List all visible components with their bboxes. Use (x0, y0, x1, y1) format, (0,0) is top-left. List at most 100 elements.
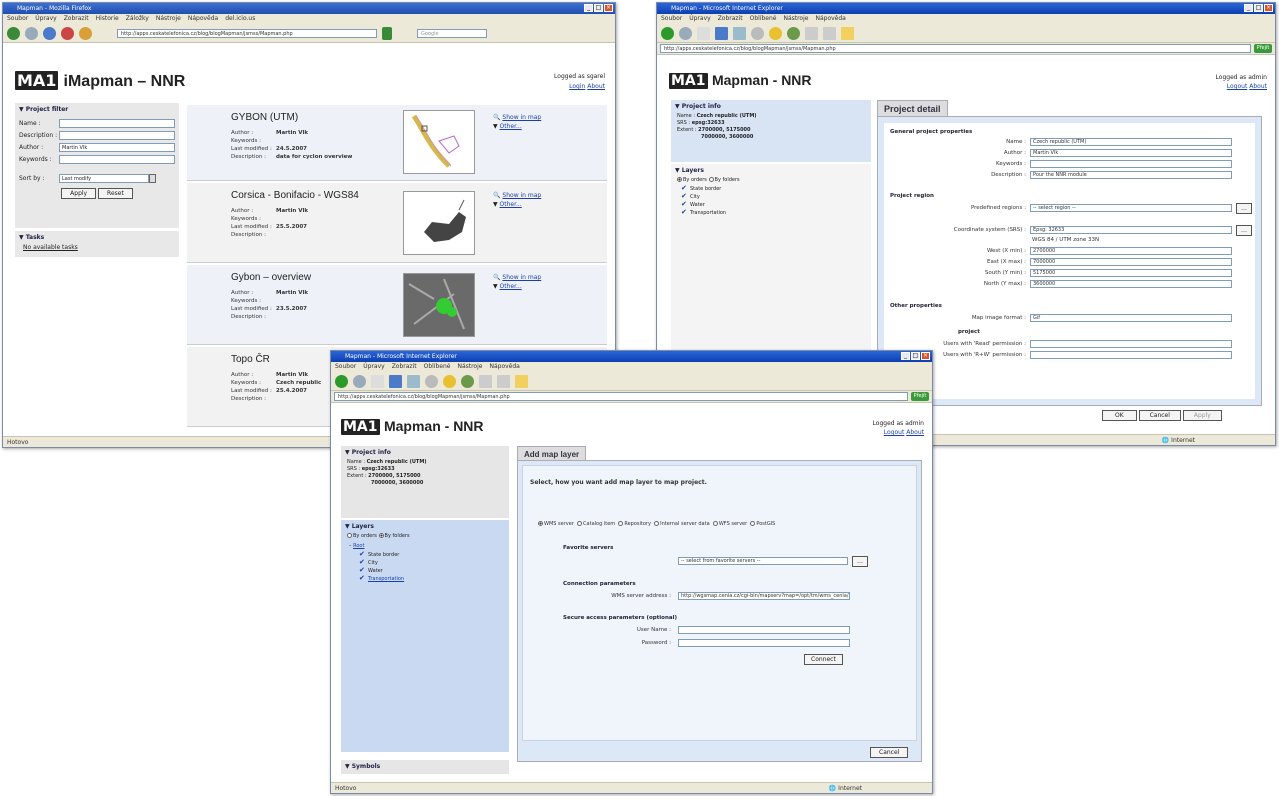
show-in-map-link[interactable]: Show in map (502, 192, 541, 199)
password-input[interactable] (678, 639, 850, 647)
menu-item[interactable]: Oblíbené (750, 14, 777, 24)
filter-author-input[interactable]: Martin Vlk (59, 143, 175, 152)
close-icon[interactable]: × (604, 4, 613, 12)
checkbox-icon[interactable]: ✔ (681, 201, 688, 208)
more-button[interactable]: … (852, 556, 868, 567)
layers-header[interactable]: ▼ Layers (341, 520, 509, 533)
checkbox-icon[interactable]: ✔ (359, 559, 366, 566)
ok-button[interactable]: OK (1102, 410, 1137, 421)
stop-icon[interactable] (371, 374, 384, 388)
cancel-button[interactable]: Cancel (870, 747, 909, 758)
east-input[interactable]: 7000000 (1030, 258, 1232, 266)
refresh-icon[interactable] (389, 374, 402, 388)
back-icon[interactable] (661, 26, 674, 40)
show-in-map-link[interactable]: Show in map (502, 274, 541, 281)
apply-button[interactable]: Apply (61, 188, 97, 199)
tab-project-detail[interactable]: Project detail (877, 100, 948, 117)
project-description-input[interactable]: Pour the NNR module (1030, 171, 1232, 179)
menu-item[interactable]: Zobrazit (718, 14, 743, 24)
menu-item[interactable]: Oblíbené (424, 362, 451, 372)
minimize-icon[interactable]: _ (584, 4, 593, 12)
by-orders-radio[interactable] (347, 533, 352, 538)
home-icon[interactable] (407, 374, 420, 388)
filter-description-input[interactable] (59, 131, 175, 140)
wms-server-radio[interactable] (538, 521, 543, 526)
read-permission-input[interactable] (1030, 340, 1232, 348)
chevron-down-icon[interactable] (149, 174, 156, 183)
go-button[interactable]: Přejít (911, 392, 929, 401)
minimize-icon[interactable]: _ (1244, 4, 1253, 12)
postgis-radio[interactable] (750, 521, 756, 526)
wms-address-input[interactable]: http://wgsmap.cenia.cz/cgi-bin/mapserv?m… (678, 592, 850, 600)
project-item[interactable]: Corsica - Bonifacio - WGS84 Author : Mart… (187, 183, 607, 263)
menu-item[interactable]: Záložky (126, 14, 149, 24)
reload-icon[interactable] (43, 26, 56, 40)
menu-item[interactable]: Nápověda (489, 362, 519, 372)
history-icon[interactable] (461, 374, 474, 388)
about-link[interactable]: About (587, 83, 605, 90)
catalog-item-radio[interactable] (577, 521, 583, 526)
north-input[interactable]: 3600000 (1030, 280, 1232, 288)
project-item[interactable]: GYBON (UTM) Author : Martin Vlk Keywords … (187, 105, 607, 181)
about-link[interactable]: About (906, 429, 924, 436)
symbols-header[interactable]: ▼ Symbols (341, 760, 509, 773)
about-link[interactable]: About (1249, 83, 1267, 90)
menu-item[interactable]: Soubor (335, 362, 356, 372)
mail-icon[interactable] (805, 26, 818, 40)
menu-item[interactable]: Zobrazit (64, 14, 89, 24)
root-folder[interactable]: Root (353, 543, 364, 549)
address-bar[interactable]: http://apps.ceskatelefonica.cz/blog/blog… (117, 28, 377, 38)
other-link[interactable]: Other... (500, 201, 522, 208)
favorites-icon[interactable] (443, 374, 456, 388)
menu-item[interactable]: Nápověda (815, 14, 845, 24)
map-thumbnail[interactable] (403, 110, 475, 174)
search-input[interactable]: Google (417, 28, 487, 38)
forward-icon[interactable] (25, 26, 38, 40)
window-titlebar[interactable]: Mapman - Microsoft Internet Explorer _ □… (657, 3, 1275, 14)
map-thumbnail[interactable] (403, 273, 475, 337)
cancel-button[interactable]: Cancel (1138, 410, 1181, 421)
window-titlebar[interactable]: Mapman - Microsoft Internet Explorer _ □… (331, 351, 932, 362)
window-titlebar[interactable]: Mapman - Mozilla Firefox _ □ × (3, 3, 615, 14)
south-input[interactable]: 5175000 (1030, 269, 1232, 277)
project-item[interactable]: Gybon – overview Author : Martin Vlk Keyw… (187, 265, 607, 345)
favorites-icon[interactable] (769, 26, 782, 40)
menu-item[interactable]: Úpravy (363, 362, 384, 372)
checkbox-icon[interactable]: ✔ (359, 575, 366, 582)
menu-item[interactable]: Úpravy (689, 14, 710, 24)
project-title[interactable]: Gybon – overview (231, 272, 311, 283)
folder-icon[interactable] (841, 26, 854, 40)
menu-item[interactable]: Nástroje (783, 14, 808, 24)
map-format-select[interactable]: Gif (1030, 314, 1232, 322)
reset-button[interactable]: Reset (98, 188, 133, 199)
print-icon[interactable] (823, 26, 836, 40)
home-icon[interactable] (79, 26, 92, 40)
maximize-icon[interactable]: □ (911, 352, 920, 360)
connect-button[interactable]: Connect (804, 654, 843, 665)
wfs-server-radio[interactable] (712, 521, 718, 526)
other-link[interactable]: Other... (500, 283, 522, 290)
layer-name[interactable]: Transportation (368, 576, 404, 582)
forward-icon[interactable] (679, 26, 692, 40)
back-icon[interactable] (7, 26, 20, 40)
search-icon[interactable] (751, 26, 764, 40)
checkbox-icon[interactable]: ✔ (681, 193, 688, 200)
menu-item[interactable]: del.icio.us (225, 14, 255, 24)
logout-link[interactable]: Logout (1227, 83, 1248, 90)
tasks-header[interactable]: ▼ Tasks (15, 231, 179, 244)
repository-radio[interactable] (618, 521, 624, 526)
menu-item[interactable]: Historie (96, 14, 119, 24)
predefined-regions-select[interactable]: -- select region -- (1030, 204, 1232, 212)
minimize-icon[interactable]: _ (901, 352, 910, 360)
coordinate-system-input[interactable]: Epsg: 32633 (1030, 226, 1232, 234)
menu-item[interactable]: Soubor (7, 14, 28, 24)
west-input[interactable]: 2700000 (1030, 247, 1232, 255)
favorite-servers-select[interactable]: -- select from favorite servers -- (678, 557, 848, 565)
project-title[interactable]: Topo ČR (231, 354, 270, 365)
search-icon[interactable] (425, 374, 438, 388)
project-name-input[interactable]: Czech republic (UTM) (1030, 138, 1232, 146)
by-folders-radio[interactable] (378, 533, 384, 538)
sortby-select[interactable]: Last modify (59, 174, 149, 183)
rw-permission-input[interactable] (1030, 351, 1232, 359)
project-info-header[interactable]: ▼ Project info (341, 446, 509, 459)
